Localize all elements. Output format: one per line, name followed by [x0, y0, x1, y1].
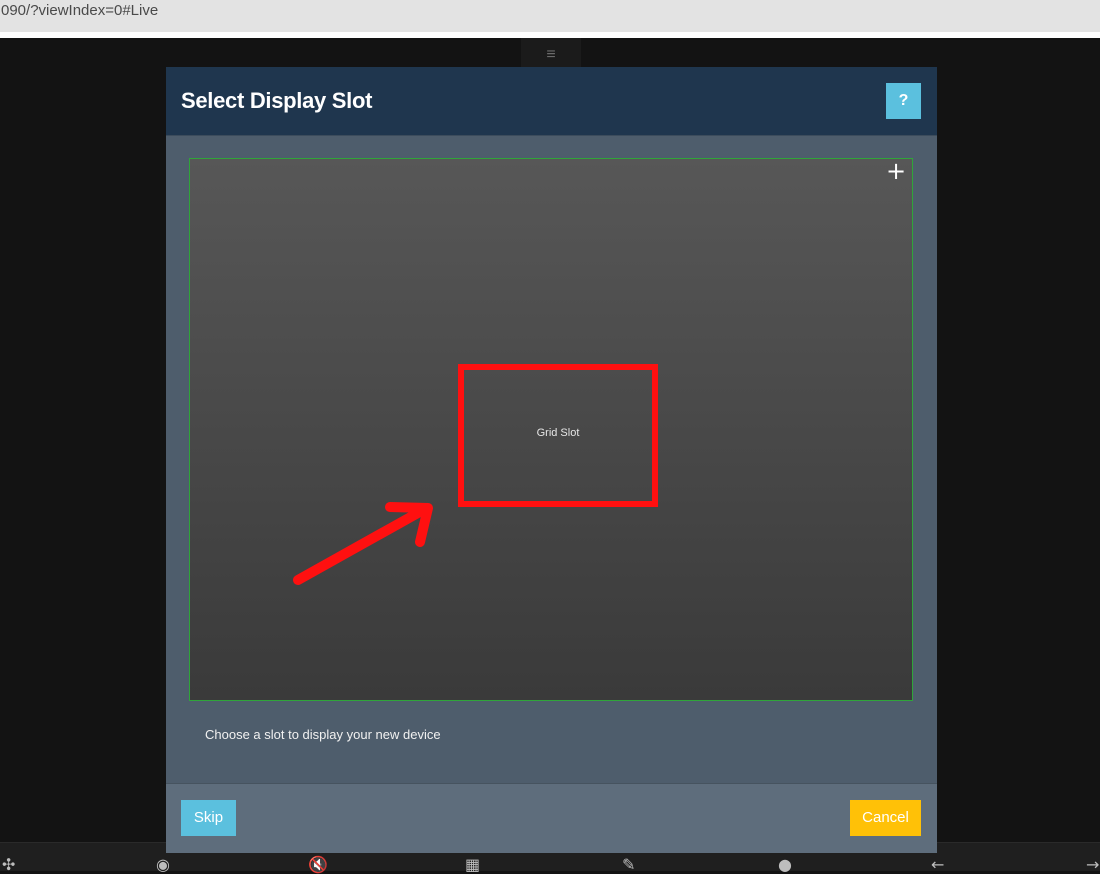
- arrow-right-icon[interactable]: →: [1086, 857, 1100, 873]
- plus-icon[interactable]: +: [886, 159, 906, 183]
- skip-button[interactable]: Skip: [181, 800, 236, 836]
- dialog-footer: Skip Cancel: [166, 783, 937, 853]
- address-bar[interactable]: 090/?viewIndex=0#Live: [0, 0, 1100, 32]
- dialog-title: Select Display Slot: [181, 88, 373, 113]
- grid-slot-label: Grid Slot: [536, 427, 580, 439]
- cancel-button[interactable]: Cancel: [850, 800, 921, 836]
- grid-icon[interactable]: ▦: [465, 857, 481, 873]
- help-button[interactable]: ?: [886, 83, 921, 119]
- eye-icon[interactable]: ◉: [156, 857, 172, 873]
- hint-text: Choose a slot to display your new device: [205, 727, 441, 742]
- mute-icon[interactable]: 🔇: [308, 857, 328, 873]
- grid-slot[interactable]: Grid Slot: [458, 364, 658, 507]
- microphone-icon[interactable]: ●: [778, 857, 794, 873]
- slot-grid[interactable]: + Grid Slot: [189, 158, 913, 701]
- annotation-arrow-icon: [293, 502, 433, 585]
- select-display-slot-dialog: Select Display Slot ? + Grid Slot Choose…: [166, 67, 937, 853]
- ptz-icon[interactable]: ✣: [2, 857, 18, 873]
- hamburger-menu-icon[interactable]: ≡: [521, 38, 581, 68]
- edit-icon[interactable]: ✎: [622, 857, 638, 873]
- dialog-header: Select Display Slot ?: [166, 67, 937, 136]
- url-text: 090/?viewIndex=0#Live: [1, 2, 159, 19]
- arrow-left-icon[interactable]: ←: [931, 857, 947, 873]
